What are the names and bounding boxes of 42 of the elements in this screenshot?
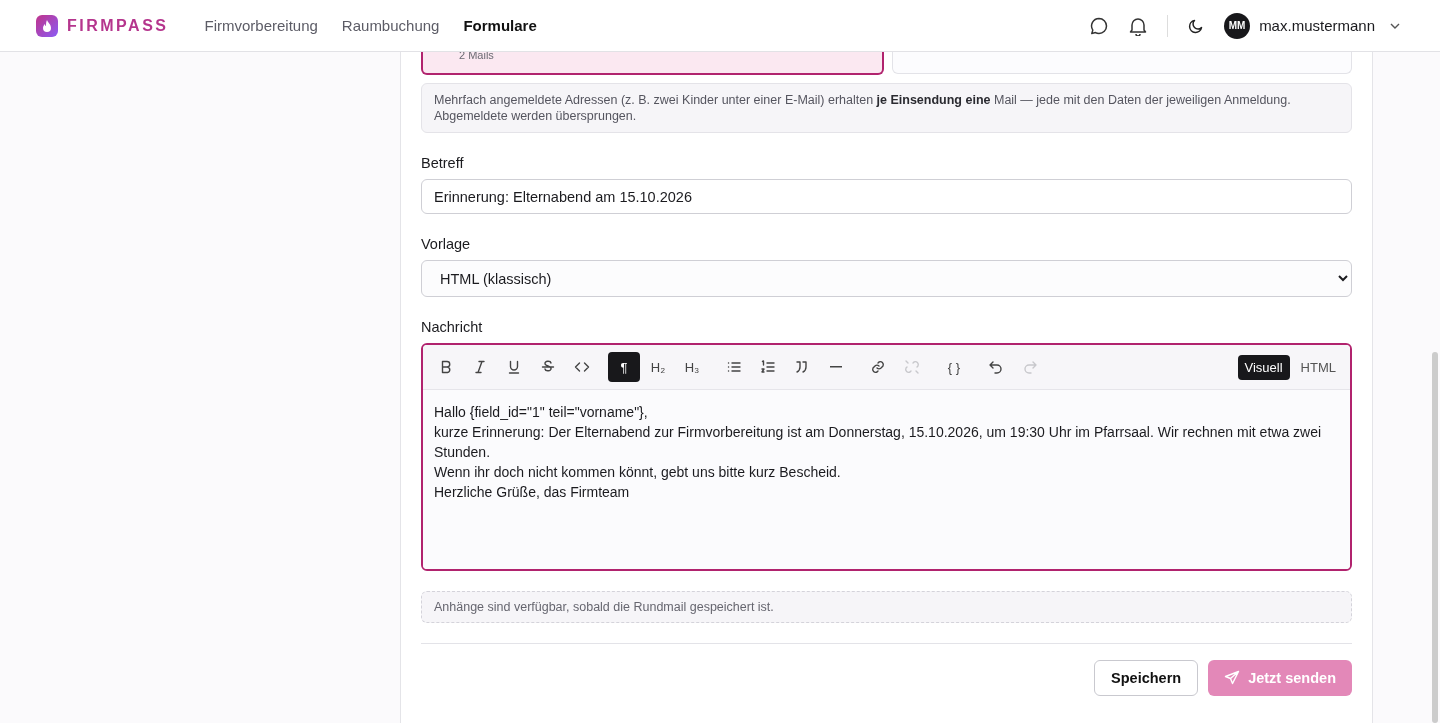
save-button[interactable]: Speichern: [1094, 660, 1199, 696]
message-line: Wenn ihr doch nicht kommen könnt, gebt uns bitte kurz Bescheid.: [434, 463, 842, 482]
chevron-down-icon: [1390, 22, 1400, 29]
italic-icon: [472, 359, 488, 375]
toolbar-button[interactable]: ¶: [608, 352, 640, 382]
link-icon: [870, 359, 886, 375]
user-menu[interactable]: MM max.mustermann: [1224, 12, 1400, 39]
chat-bubble-icon[interactable]: [1089, 15, 1110, 36]
horizontal-rule-icon: [830, 366, 842, 368]
attachments-note: Anhänge sind verfügbar, sobald die Rundmail gespeichert ist.: [421, 591, 1352, 623]
info-notice: Mehrfach angemeldete Adressen (z. B. zwei Kinder unter einer E-Mail) erhalten je Einsendung eine Mail — jede mit den Daten der jeweiligen Anmeldung. Abgemeldete werden übersprungen.: [421, 83, 1352, 133]
bell-icon[interactable]: [1129, 15, 1148, 36]
field-label: Nachricht: [421, 319, 483, 335]
quote-icon: [794, 359, 810, 375]
mode-tab[interactable]: HTML: [1293, 354, 1343, 380]
user-avatar: MM: [1224, 12, 1251, 39]
bullet-list-icon: [726, 359, 742, 375]
template-select[interactable]: HTML (klassisch): [421, 260, 1352, 297]
field-label: Vorlage: [421, 236, 471, 252]
toolbar-button[interactable]: H₃: [676, 352, 708, 382]
nav-link[interactable]: Firmvorbereitung: [204, 17, 318, 34]
recipient-card[interactable]: 2 Mails: [421, 52, 884, 75]
code-icon: [574, 359, 590, 375]
nav-link[interactable]: Formulare: [463, 17, 537, 34]
underline-icon: [506, 359, 522, 375]
flame-logo-icon: [36, 14, 58, 37]
broken-link-icon: [904, 359, 920, 375]
numbered-list-icon: [760, 359, 776, 375]
undo-icon: [988, 359, 1004, 375]
redo-icon: [1022, 359, 1038, 375]
moon-icon[interactable]: [1188, 17, 1205, 34]
message-line: kurze Erinnerung: Der Elternabend zur Firmvorbereitung ist am Donnerstag, 15.10.2026, um 19:30 Uhr im Pfarrsaal. Wir rechnen mit etwa zwei Stunden.: [434, 423, 1323, 462]
message-line: Hallo {field_id="1" teil="vorname"},: [434, 403, 649, 422]
nav-link[interactable]: Raumbuchung: [341, 17, 440, 34]
toolbar-button[interactable]: H₂: [642, 352, 674, 382]
paper-plane-icon: [1224, 670, 1241, 686]
mode-tab[interactable]: Visuell: [1237, 354, 1290, 380]
toolbar-button[interactable]: { }: [938, 352, 970, 382]
brand-name: FIRMPASS: [67, 16, 169, 35]
field-label: Betreff: [421, 155, 464, 171]
subject-input[interactable]: Erinnerung: Elternabend am 15.10.2026: [421, 179, 1352, 214]
message-line: Herzliche Grüße, das Firmteam: [434, 483, 631, 502]
